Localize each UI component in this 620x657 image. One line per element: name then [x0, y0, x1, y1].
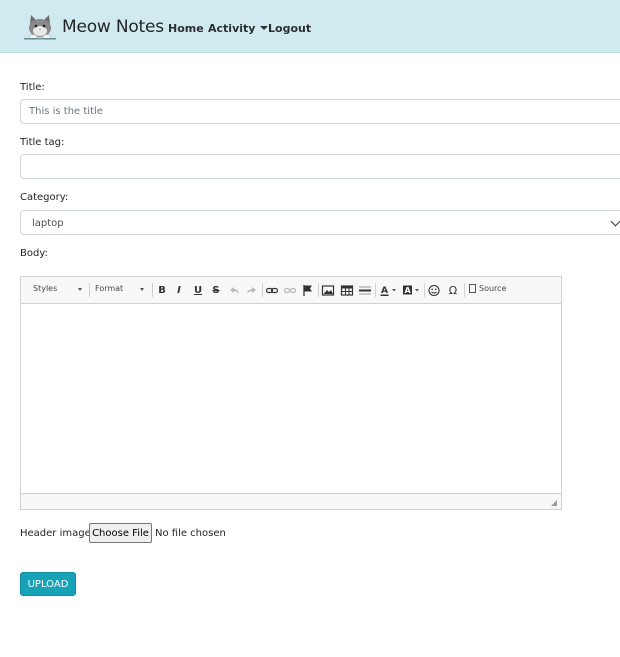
- link-icon[interactable]: [265, 284, 279, 297]
- undo-icon[interactable]: [227, 284, 241, 297]
- image-icon[interactable]: [321, 284, 335, 297]
- title-tag-label: Title tag:: [20, 137, 65, 148]
- toolbar-separator: [152, 283, 153, 297]
- source-doc-icon: [469, 284, 476, 293]
- nav-activity-dropdown[interactable]: Activity: [208, 22, 269, 35]
- title-label: Title:: [20, 82, 45, 93]
- brand-name[interactable]: Meow Notes: [62, 17, 164, 37]
- combo-arrow-icon: [78, 288, 82, 291]
- body-label: Body:: [20, 248, 48, 259]
- chevron-down-icon: [610, 216, 620, 227]
- redo-icon[interactable]: [245, 284, 259, 297]
- smiley-icon[interactable]: [427, 284, 441, 297]
- editor-status-bar: [21, 493, 561, 509]
- toolbar-separator: [375, 283, 376, 297]
- editor-content-area[interactable]: [21, 304, 561, 493]
- underline-button[interactable]: U: [191, 284, 205, 297]
- table-icon[interactable]: [340, 284, 354, 297]
- file-status-text: No file chosen: [155, 528, 226, 539]
- upload-button[interactable]: UPLOAD: [20, 572, 76, 596]
- nav-activity-label: Activity: [208, 22, 256, 35]
- nav-logout-link[interactable]: Logout: [268, 22, 311, 35]
- styles-combo-label: Styles: [33, 284, 58, 293]
- horizontal-line-icon[interactable]: [358, 284, 372, 297]
- anchor-flag-icon[interactable]: [301, 284, 315, 297]
- format-combo[interactable]: Format: [95, 284, 147, 293]
- title-tag-input[interactable]: [20, 154, 620, 179]
- strikethrough-button[interactable]: S: [209, 284, 223, 297]
- toolbar-separator: [318, 283, 319, 297]
- editor-toolbar: Styles Format B I U S A A Ω Source: [21, 277, 561, 304]
- header-image-label: Header image:: [20, 528, 95, 539]
- combo-arrow-icon: [140, 288, 144, 291]
- italic-button[interactable]: I: [172, 284, 186, 297]
- body-rich-text-editor: Styles Format B I U S A A Ω Source: [20, 276, 562, 510]
- toolbar-separator: [464, 283, 465, 297]
- unlink-icon[interactable]: [283, 284, 297, 297]
- toolbar-separator: [262, 283, 263, 297]
- category-selected-value: laptop: [32, 218, 64, 229]
- format-combo-label: Format: [95, 284, 124, 293]
- text-color-icon[interactable]: A: [379, 284, 399, 297]
- bold-button[interactable]: B: [155, 284, 169, 297]
- nav-home-link[interactable]: Home: [168, 22, 204, 35]
- source-button[interactable]: Source: [469, 284, 506, 293]
- toolbar-separator: [424, 283, 425, 297]
- choose-file-button[interactable]: Choose File: [89, 523, 152, 543]
- cat-logo-icon[interactable]: [24, 14, 56, 40]
- top-navbar: Meow Notes Home Activity Logout: [0, 0, 620, 53]
- category-label: Category:: [20, 192, 69, 203]
- title-input[interactable]: [20, 99, 620, 124]
- styles-combo[interactable]: Styles: [33, 284, 85, 293]
- category-select[interactable]: laptop: [20, 210, 620, 235]
- svg-text:A: A: [405, 286, 412, 295]
- special-character-icon[interactable]: Ω: [446, 284, 460, 297]
- toolbar-separator: [89, 283, 90, 297]
- resize-handle-icon[interactable]: [551, 500, 557, 506]
- background-color-icon[interactable]: A: [402, 284, 422, 297]
- source-button-label: Source: [479, 284, 507, 293]
